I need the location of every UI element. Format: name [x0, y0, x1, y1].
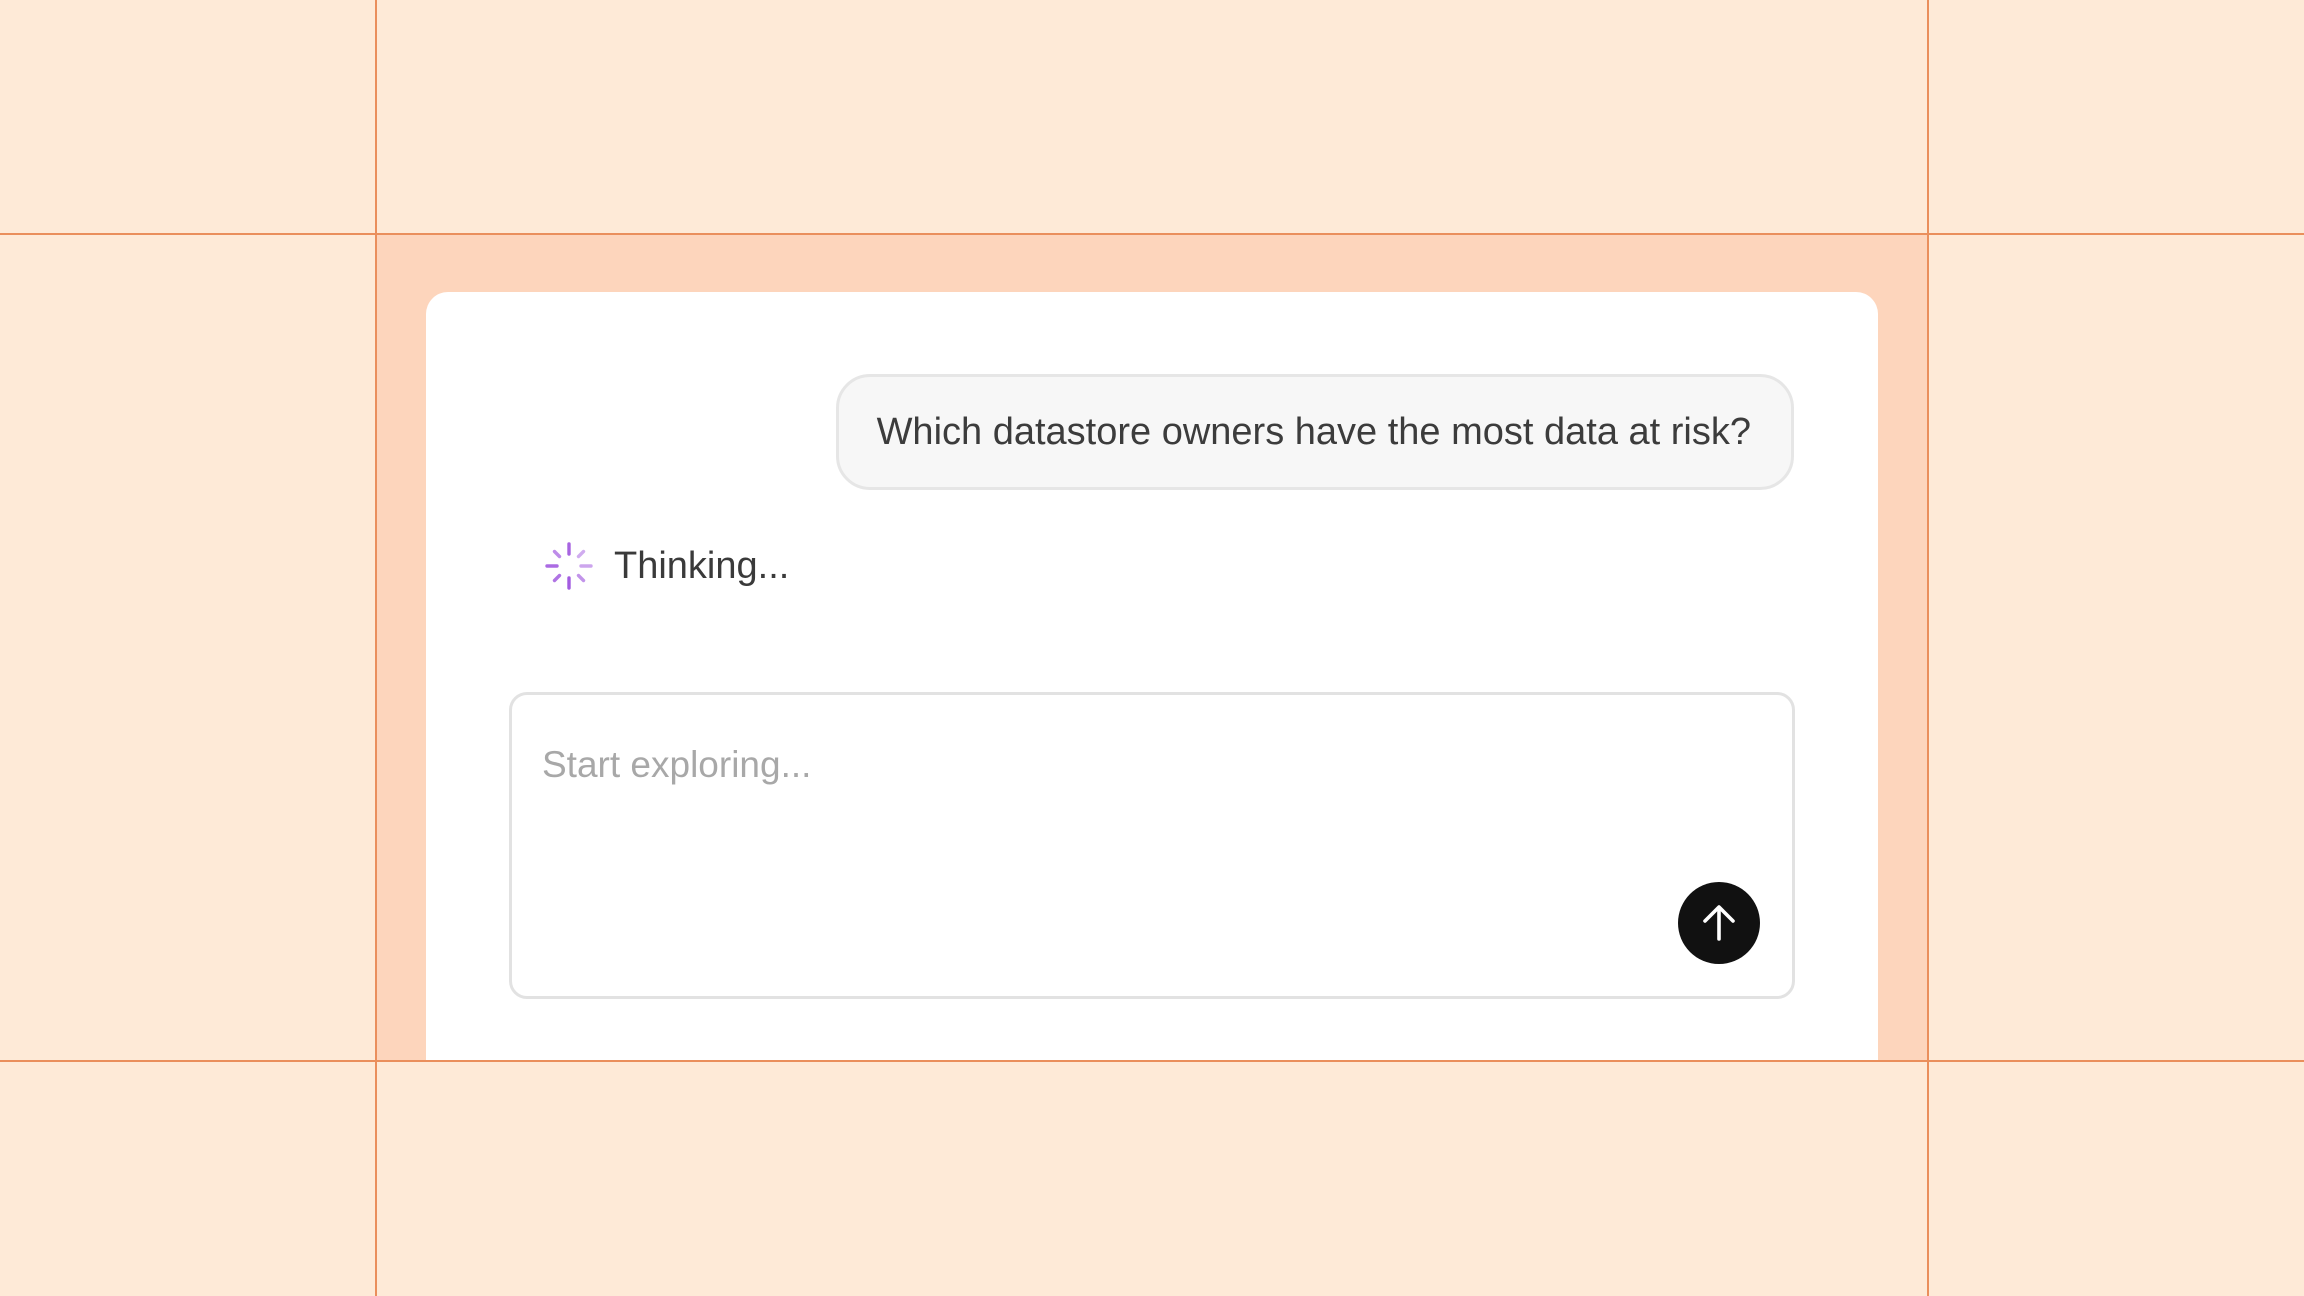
user-message-text: Which datastore owners have the most dat…: [876, 410, 1751, 453]
user-message-bubble: Which datastore owners have the most dat…: [835, 374, 1794, 490]
send-button[interactable]: [1678, 882, 1760, 964]
guide-line-horizontal-bottom: [0, 1060, 2304, 1062]
sparkle-spinner-icon: [545, 542, 593, 590]
thinking-indicator: Thinking...: [544, 536, 789, 596]
message-composer: [509, 692, 1795, 999]
guide-line-vertical-right: [1927, 0, 1929, 1296]
guide-line-horizontal-top: [0, 233, 2304, 235]
prompt-input[interactable]: [542, 735, 1642, 795]
thinking-status-text: Thinking...: [614, 544, 790, 587]
guide-line-vertical-left: [375, 0, 377, 1296]
arrow-up-icon: [1703, 905, 1735, 941]
chat-panel: Which datastore owners have the most dat…: [426, 292, 1878, 1061]
